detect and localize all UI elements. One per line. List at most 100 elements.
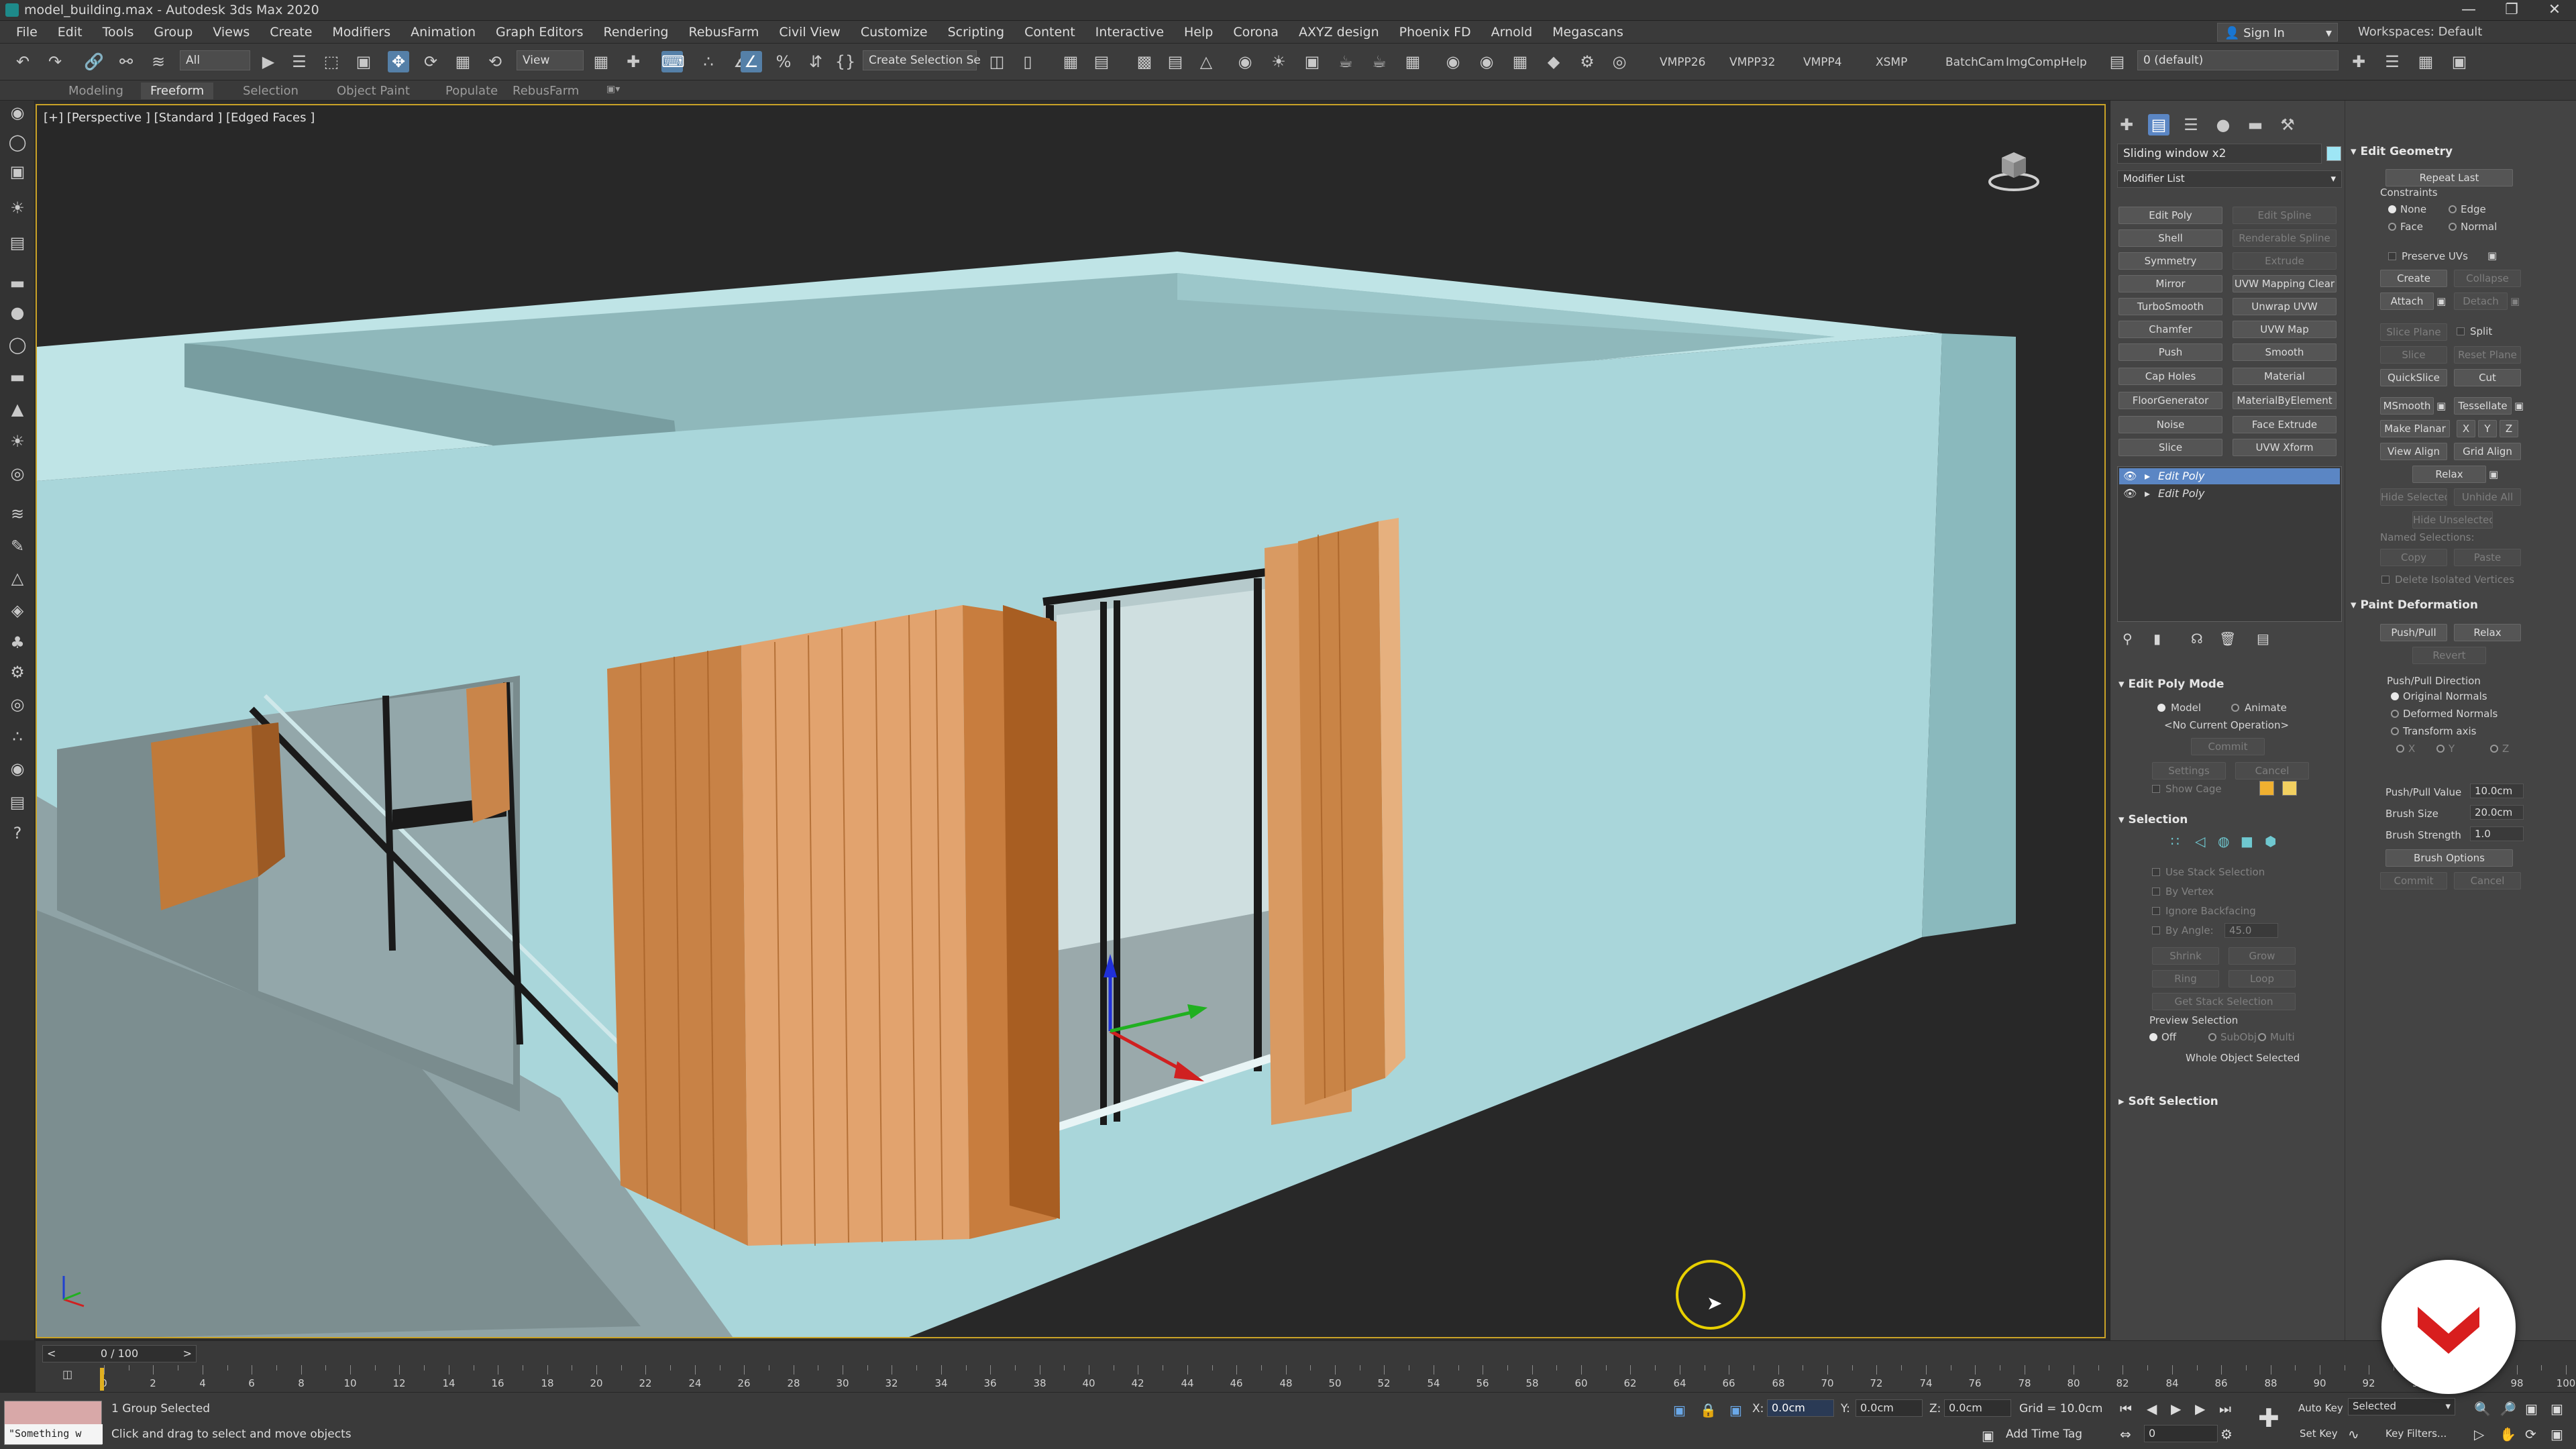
set-key-button[interactable]: Set Key xyxy=(2300,1428,2338,1440)
element-icon[interactable]: ⬢ xyxy=(2265,833,2276,849)
script-icon[interactable]: ◆ xyxy=(1543,51,1564,72)
maximize-button[interactable]: ❐ xyxy=(2490,0,2533,21)
tab-rebusfarm[interactable]: RebusFarm xyxy=(503,83,588,99)
border-icon[interactable]: ◍ xyxy=(2218,833,2229,849)
time-config-icon[interactable]: ⚙ xyxy=(2220,1426,2233,1442)
brush-size-spinner[interactable]: 20.0cm xyxy=(2470,805,2524,820)
cage-color-swatch-1[interactable] xyxy=(2259,781,2274,796)
cancel-button[interactable]: Cancel xyxy=(2235,762,2309,780)
relax-button[interactable]: Relax xyxy=(2412,466,2486,483)
menu-axyz-design[interactable]: AXYZ design xyxy=(1289,21,1390,44)
grid-icon[interactable]: ▦ xyxy=(1509,51,1531,72)
show-end-result-icon[interactable]: ▮ xyxy=(2153,631,2161,647)
tessellate-button[interactable]: Tessellate xyxy=(2454,397,2512,415)
prev-frame-icon[interactable]: < xyxy=(47,1346,56,1362)
remove-modifier-icon[interactable]: 🗑 xyxy=(2219,631,2236,647)
mod-shell-button[interactable]: Shell xyxy=(2118,229,2222,247)
timeline-toggle-icon[interactable]: ◫ xyxy=(62,1368,72,1381)
field-of-view-icon[interactable]: ▷ xyxy=(2474,1426,2484,1442)
unlink-icon[interactable]: ⚯ xyxy=(115,51,137,72)
ring-button[interactable]: Ring xyxy=(2152,970,2219,987)
motion-tab-icon[interactable]: ● xyxy=(2212,114,2234,136)
mod-mirror-button[interactable]: Mirror xyxy=(2118,275,2222,292)
detach-button[interactable]: Detach xyxy=(2454,292,2508,310)
by-angle-checkbox[interactable] xyxy=(2152,926,2160,934)
original-normals-radio[interactable] xyxy=(2391,692,2399,700)
angle-snap-toggle-icon[interactable]: ∠ xyxy=(741,51,762,72)
menu-arnold[interactable]: Arnold xyxy=(1482,21,1543,44)
close-button[interactable]: ✕ xyxy=(2533,0,2576,21)
by-angle-spinner[interactable]: 45.0 xyxy=(2224,923,2278,938)
layer-explorer-icon[interactable]: ▤ xyxy=(1091,51,1112,72)
scene-explorer-icon[interactable]: ▦ xyxy=(1060,51,1081,72)
hierarchy-tab-icon[interactable]: ☰ xyxy=(2180,114,2202,136)
slice-button[interactable]: Slice xyxy=(2380,346,2447,364)
model-radio[interactable] xyxy=(2157,704,2165,712)
menu-create[interactable]: Create xyxy=(260,21,323,44)
paint-cancel-button[interactable]: Cancel xyxy=(2454,872,2521,890)
copy-button[interactable]: Copy xyxy=(2380,549,2447,566)
plugin-vmpp32[interactable]: VMPP32 xyxy=(1729,56,1775,69)
make-planar-z-button[interactable]: Z xyxy=(2500,420,2518,437)
isolate-selection-icon[interactable]: ▣ xyxy=(1673,1402,1686,1418)
tab-selection[interactable]: Selection xyxy=(233,83,308,99)
plugin-imgcomphelp[interactable]: ImgCompHelp xyxy=(2006,56,2087,69)
paint-deformation-rollout[interactable]: ▾ Paint Deformation xyxy=(2351,598,2478,612)
axis-y-radio[interactable] xyxy=(2436,745,2445,753)
current-frame-field[interactable]: 0 xyxy=(2144,1425,2218,1442)
mod-chamfer-button[interactable]: Chamfer xyxy=(2118,321,2222,338)
set-key-icon[interactable]: ✚ xyxy=(2258,1403,2279,1433)
use-stack-selection-checkbox[interactable] xyxy=(2152,868,2160,876)
geosphere-icon[interactable]: ◯ xyxy=(7,334,28,356)
plugin-xsmp[interactable]: XSMP xyxy=(1876,56,1907,69)
object-color-swatch[interactable] xyxy=(2326,146,2341,161)
utilities-tab-icon[interactable]: ⚒ xyxy=(2277,114,2298,136)
stack-item-edit-poly-1[interactable]: 👁 ▸ Edit Poly xyxy=(2119,468,2340,484)
paint-relax-button[interactable]: Relax xyxy=(2454,624,2521,641)
viewport-label[interactable]: [+] [Perspective ] [Standard ] [Edged Fa… xyxy=(44,111,315,125)
layer-dropdown[interactable]: 0 (default) xyxy=(2137,50,2339,70)
selection-rollout[interactable]: ▾ Selection xyxy=(2118,813,2188,826)
space-warp-icon[interactable]: ◈ xyxy=(7,600,28,621)
help-icon[interactable]: ? xyxy=(7,822,28,844)
axis-z-radio[interactable] xyxy=(2490,745,2498,753)
preview-multi-radio[interactable] xyxy=(2258,1033,2266,1041)
shrink-button[interactable]: Shrink xyxy=(2152,947,2219,965)
workspace-selector[interactable]: Workspaces: Default xyxy=(2358,25,2482,39)
constraint-none-radio[interactable] xyxy=(2388,205,2396,213)
deformed-normals-radio[interactable] xyxy=(2391,710,2399,718)
zoom-extents-icon[interactable]: ▣ xyxy=(2525,1401,2538,1417)
corona-render-icon[interactable]: ◉ xyxy=(1442,51,1464,72)
attach-button[interactable]: Attach xyxy=(2380,292,2434,310)
eye-icon[interactable]: 👁 xyxy=(2123,487,2137,500)
curve-editor-icon[interactable]: ▤ xyxy=(1165,51,1186,72)
mod-unwrap-uvw-button[interactable]: Unwrap UVW xyxy=(2233,298,2337,315)
perspective-viewport[interactable]: [+] [Perspective ] [Standard ] [Edged Fa… xyxy=(36,104,2106,1338)
select-and-scale-icon[interactable]: ▦ xyxy=(452,51,474,72)
eye-icon[interactable]: 👁 xyxy=(2123,470,2137,482)
render-iterative-icon[interactable]: ☕ xyxy=(1368,51,1390,72)
edit-named-selection-icon[interactable]: {} xyxy=(835,51,856,72)
mod-extrude-button[interactable]: Extrude xyxy=(2233,252,2337,270)
select-object-icon[interactable]: ▶ xyxy=(258,51,279,72)
helper-icon[interactable]: △ xyxy=(7,568,28,589)
mod-materialbyelement-button[interactable]: MaterialByElement xyxy=(2233,392,2337,409)
menu-tools[interactable]: Tools xyxy=(93,21,145,44)
edge-icon[interactable]: ◁ xyxy=(2195,833,2205,849)
pan-view-icon[interactable]: ✋ xyxy=(2500,1426,2516,1442)
modify-tab-icon[interactable]: ▤ xyxy=(2148,114,2169,136)
named-selection-dropdown[interactable]: Create Selection Se xyxy=(863,50,981,70)
z-coordinate-field[interactable]: 0.0cm xyxy=(1944,1399,2011,1417)
schematic-view-icon[interactable]: △ xyxy=(1195,51,1217,72)
brush-icon[interactable]: ✎ xyxy=(7,535,28,557)
reference-coordinate-dropdown[interactable]: View xyxy=(517,50,584,70)
make-planar-button[interactable]: Make Planar xyxy=(2380,420,2450,437)
extended-primitives-icon[interactable]: ◯ xyxy=(7,131,28,153)
render-setup-icon[interactable]: ☀ xyxy=(1268,51,1289,72)
relax-settings-icon[interactable]: ▣ xyxy=(2489,468,2498,480)
current-frame-marker[interactable] xyxy=(100,1368,104,1391)
grow-button[interactable]: Grow xyxy=(2229,947,2296,965)
menu-file[interactable]: File xyxy=(7,21,48,44)
systems-icon[interactable]: ⚙ xyxy=(7,661,28,683)
menu-phoenix-fd[interactable]: Phoenix FD xyxy=(1390,21,1482,44)
